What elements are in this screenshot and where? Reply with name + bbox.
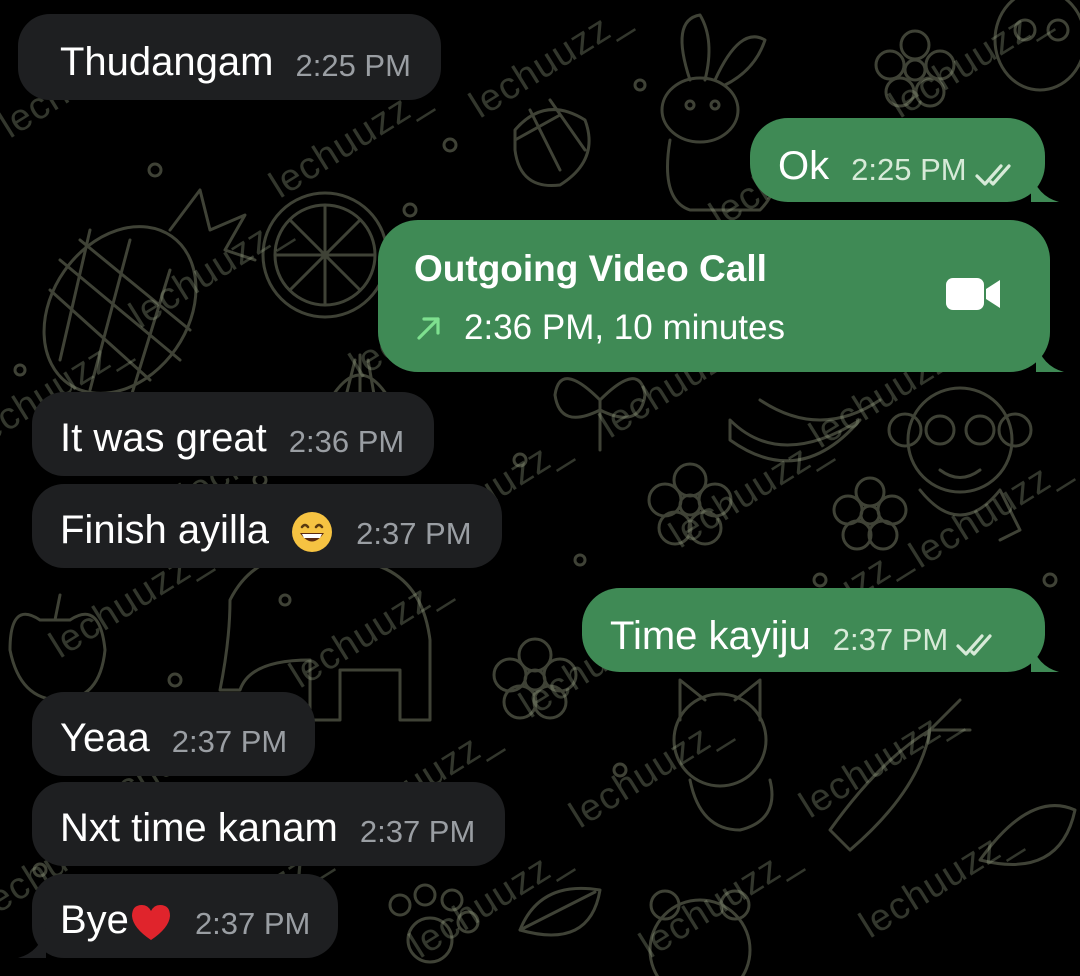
arrow-up-right-icon — [417, 317, 440, 340]
message-text: Ok — [778, 144, 830, 188]
bubble-tail — [1036, 342, 1064, 372]
message-bubble-incoming[interactable]: Bye 2:37 PM — [18, 874, 339, 958]
message-time: 2:37 PM — [359, 814, 476, 849]
message-text: Finish ayilla — [60, 506, 334, 554]
message-bubble-outgoing[interactable]: Ok 2:25 PM — [750, 118, 1059, 202]
message-bubble-incoming[interactable]: Thudangam 2:25 PM — [18, 14, 441, 100]
message-bubble-incoming[interactable]: It was great 2:36 PM — [32, 392, 435, 476]
message-text-content: Finish ayilla — [60, 507, 269, 552]
message-time: 2:25 PM — [851, 152, 967, 187]
message-time: 2:37 PM — [356, 516, 472, 551]
video-camera-icon[interactable] — [944, 274, 1004, 314]
message-time: 2:25 PM — [295, 48, 411, 83]
message-text-content: Bye — [60, 898, 129, 942]
message-bubble-outgoing[interactable]: Time kayiju 2:37 PM — [582, 588, 1059, 672]
call-log-bubble[interactable]: Outgoing Video Call 2:36 PM, 10 minutes — [378, 220, 1064, 372]
bubble-tail — [1031, 172, 1059, 202]
message-text: It was great — [60, 416, 267, 460]
message-time: 2:37 PM — [832, 622, 949, 657]
message-bubble-incoming[interactable]: Yeaa 2:37 PM — [32, 692, 316, 776]
message-text: Time kayiju — [610, 614, 811, 658]
message-bubble-incoming[interactable]: Finish ayilla 2:37 PM — [32, 484, 502, 568]
message-text: Nxt time kanam — [60, 806, 338, 850]
message-text: Bye — [60, 896, 173, 944]
bubble-tail — [18, 928, 46, 958]
message-time: 2:36 PM — [288, 424, 405, 459]
message-text: Thudangam — [60, 40, 274, 84]
call-detail-row: 2:36 PM, 10 minutes — [414, 308, 785, 348]
call-title: Outgoing Video Call — [414, 248, 767, 289]
message-bubble-incoming[interactable]: Nxt time kanam 2:37 PM — [32, 782, 506, 866]
message-time: 2:37 PM — [171, 724, 288, 759]
message-time: 2:37 PM — [194, 906, 311, 941]
message-text: Yeaa — [60, 716, 150, 760]
bubble-tail — [1031, 642, 1059, 672]
red-heart-emoji-icon — [131, 905, 170, 941]
double-check-icon — [956, 634, 992, 656]
grinning-face-emoji-icon — [292, 512, 333, 552]
double-check-icon — [974, 164, 1011, 186]
call-detail: 2:36 PM, 10 minutes — [464, 308, 785, 347]
